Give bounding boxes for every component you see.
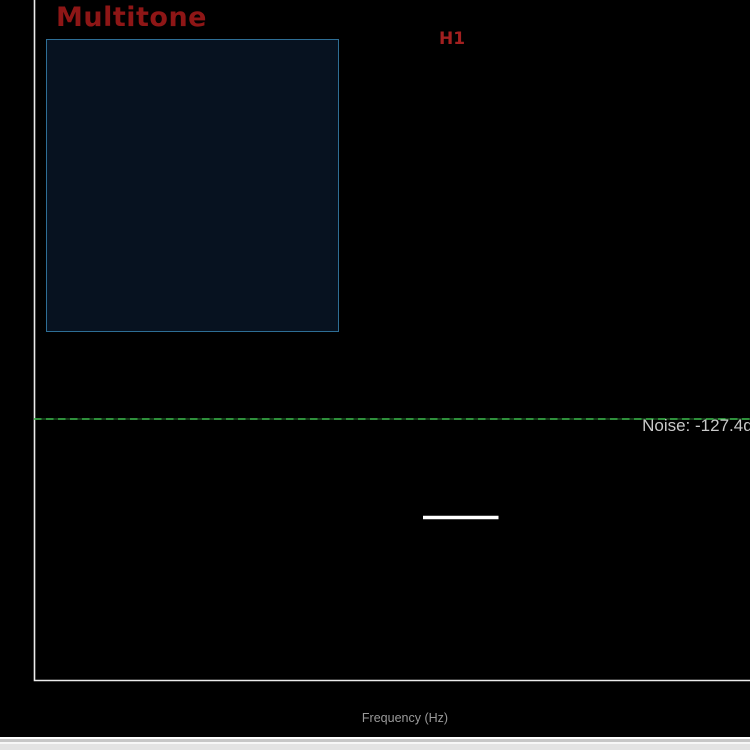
window-bottom-edge bbox=[0, 737, 750, 750]
noise-cursor-readout: Noise: -127.4dB bbox=[642, 416, 750, 436]
multitone-analyzer-window: Multitone H1 Noise: -127.4dB Frequency (… bbox=[0, 0, 750, 750]
measurement-stats-panel bbox=[46, 39, 339, 332]
x-axis-title: Frequency (Hz) bbox=[330, 711, 480, 725]
graph-title: Multitone bbox=[56, 2, 207, 33]
fundamental-label: H1 bbox=[432, 29, 472, 49]
